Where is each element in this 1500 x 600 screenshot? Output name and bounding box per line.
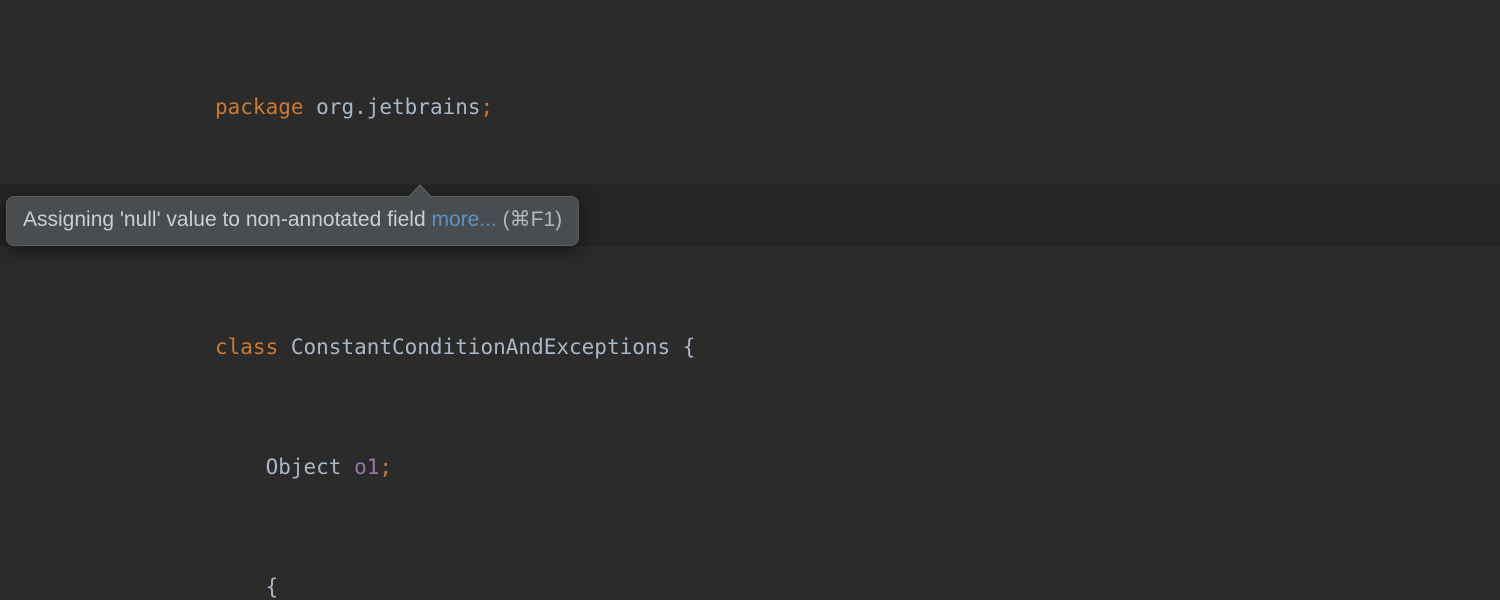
- tooltip-more-link[interactable]: more...: [431, 208, 496, 231]
- tooltip-caret: [410, 186, 430, 197]
- keyword: package: [215, 95, 304, 119]
- code-editor[interactable]: package org.jetbrains; class ConstantCon…: [0, 0, 1500, 600]
- code-line: class ConstantConditionAndExceptions {: [0, 332, 1500, 362]
- code-line: Object o1;: [0, 452, 1500, 482]
- indent: [215, 575, 266, 599]
- brace: {: [683, 335, 696, 359]
- semicolon: ;: [481, 95, 494, 119]
- type-name: Object: [266, 455, 355, 479]
- package-name: org.jetbrains: [304, 95, 481, 119]
- field-name: o1: [354, 455, 379, 479]
- inspection-tooltip[interactable]: Assigning 'null' value to non-annotated …: [6, 196, 579, 246]
- brace: {: [266, 575, 279, 599]
- semicolon: ;: [379, 455, 392, 479]
- tooltip-shortcut: (⌘F1): [497, 208, 562, 231]
- keyword: class: [215, 335, 278, 359]
- code-line: package org.jetbrains;: [0, 92, 1500, 122]
- tooltip-message: Assigning 'null' value to non-annotated …: [23, 208, 431, 231]
- code-line: {: [0, 572, 1500, 600]
- indent: [215, 455, 266, 479]
- class-name: ConstantConditionAndExceptions: [278, 335, 683, 359]
